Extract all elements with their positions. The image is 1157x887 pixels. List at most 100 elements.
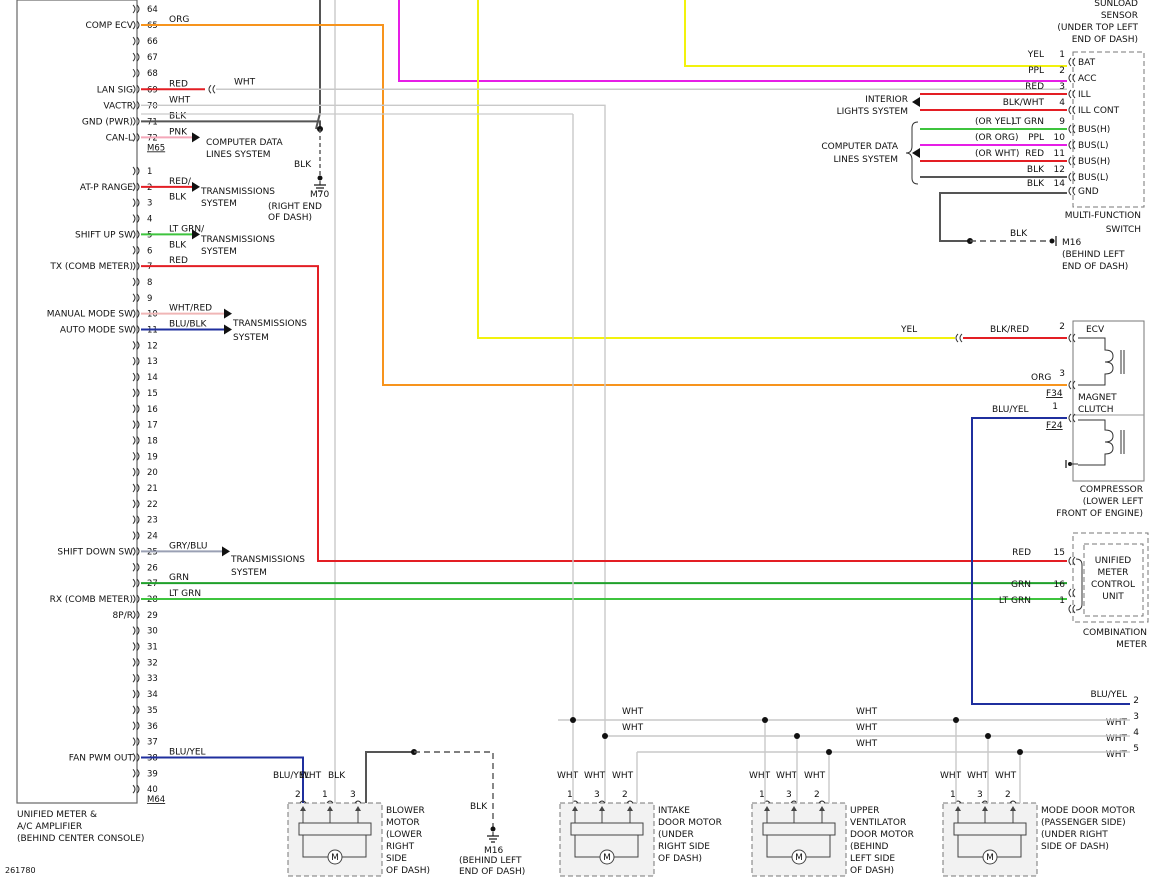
motor-label-mode-door-line-0: MODE DOOR MOTOR	[1041, 806, 1135, 816]
compressor-contact-1	[1068, 413, 1076, 423]
amp-pin-contact-34	[132, 689, 140, 699]
mode-junction-4	[985, 733, 991, 739]
motor-intake-pin-2: 2	[622, 790, 628, 800]
motor-bus-pin-5: 5	[1133, 744, 1139, 754]
wire-yel-ecv	[477, 0, 955, 339]
amp-wire-label-6: BLK	[169, 240, 187, 250]
motor-upper-vent-pin-3: 3	[786, 790, 792, 800]
comb-meter-pin-1: 1	[1059, 596, 1065, 606]
mfs-wire-label-9: LT GRN	[1012, 117, 1044, 127]
amp-pin-19: 19	[147, 452, 158, 462]
amplifier-title-line-2: (BEHIND CENTER CONSOLE)	[17, 834, 144, 844]
amp-pin-21: 21	[147, 484, 158, 494]
amp-side-label-11: AUTO MODE SW	[60, 326, 133, 336]
amp-pin-contact-7	[132, 261, 140, 271]
motor-label-intake-line-4: OF DASH)	[658, 854, 702, 864]
amp-wire-label-70: WHT	[169, 95, 191, 105]
mfs-pin-name-1: BAT	[1078, 58, 1096, 68]
m16-top-wire-label: BLK	[1010, 229, 1028, 239]
mfs-contact-9	[1068, 124, 1076, 134]
comb-meter-pin-16: 16	[1054, 580, 1066, 590]
motor-upper-vent-wire-label-0: WHT	[749, 771, 771, 781]
motor-blower-wire-label-1: WHT	[300, 771, 322, 781]
amp-pin-contact-16	[132, 404, 140, 414]
mfs-pin-name-4: ILL CONT	[1078, 106, 1120, 116]
upper-junction-5	[826, 749, 832, 755]
mfs-title-line-1: SWITCH	[1106, 225, 1141, 235]
mfs-pin-num-4: 4	[1059, 98, 1065, 108]
mfs-wire-label-12: BLK	[1027, 165, 1045, 175]
amp-side-label-5: SHIFT UP SW	[75, 230, 133, 240]
motor-symbol-letter-intake: M	[603, 853, 611, 863]
amp-pin-contact-36	[132, 721, 140, 731]
amp-pin-contact-65	[132, 20, 140, 30]
amp-pin-16: 16	[147, 405, 158, 415]
amp-wire-label-10: WHT/RED	[169, 304, 212, 314]
amp-pin-contact-29	[132, 610, 140, 620]
amp-pin-contact-30	[132, 626, 140, 636]
amp-pin-contact-64	[132, 4, 140, 14]
motor-bus-pin-4: 4	[1133, 728, 1139, 738]
amp-pin-37: 37	[147, 738, 158, 748]
motor-label-upper-vent-line-4: LEFT SIDE	[850, 854, 895, 864]
m16-bottom-name: M16	[484, 846, 503, 856]
amp-pin-contact-18	[132, 436, 140, 445]
amp-side-label-38: FAN PWM OUT	[69, 753, 134, 763]
wire-blk-top-stub	[315, 0, 321, 130]
wire-blk-m16-bottom	[414, 751, 494, 828]
amp-side-label-70: VACTR	[103, 101, 133, 111]
connector-f34: F34	[1046, 389, 1063, 399]
motor-mode-door-pin-1: 1	[950, 790, 956, 800]
upper-junction-3	[762, 717, 768, 723]
can-l-arrow	[192, 132, 200, 143]
bus-mid-label-2: WHT	[856, 707, 878, 717]
comb-meter-contact-15	[1068, 556, 1076, 566]
amp-side-label-2: AT-P RANGE	[80, 183, 133, 193]
compressor-title-line-0: COMPRESSOR	[1080, 485, 1143, 495]
amp-wire-label-25: GRY/BLU	[169, 541, 208, 551]
m70-ground-name: M70	[310, 190, 329, 200]
compressor-bluyel-label: BLU/YEL	[992, 405, 1029, 415]
amp-pin-17: 17	[147, 421, 158, 431]
amp-side-label-7: TX (COMB METER)	[49, 262, 133, 272]
can-l-ref-line-0: COMPUTER DATA	[206, 138, 283, 148]
amp-side-label-29: 8P/R	[113, 611, 133, 621]
amp-pin-1: 1	[147, 167, 152, 177]
amp-wire-label-5: LT GRN/	[169, 224, 205, 234]
motor-bus-wire-2: BLU/YEL	[1090, 690, 1127, 700]
comb-meter-wire-16: GRN	[1011, 580, 1031, 590]
amp-pin-contact-12	[132, 340, 140, 350]
amp-pin-contact-8	[132, 277, 140, 287]
motor-symbol-letter-mode-door: M	[986, 853, 994, 863]
motor-label-blower-line-2: (LOWER	[386, 830, 422, 840]
mfs-pin-num-9: 9	[1059, 117, 1065, 127]
motor-mode-door-pin-3: 3	[977, 790, 983, 800]
amp-pin-contact-26	[132, 562, 140, 572]
amp-pin-contact-14	[132, 372, 140, 382]
manual-mode-arrow	[224, 308, 232, 319]
compressor-pin-3: 3	[1059, 369, 1065, 379]
amp-wire-label-69: RED	[169, 79, 188, 89]
mfs-pin-num-10: 10	[1054, 133, 1066, 143]
motor-label-mode-door-line-3: SIDE OF DASH)	[1041, 842, 1109, 852]
amp-pin-contact-17	[132, 420, 140, 429]
motor-upper-vent-wire-label-2: WHT	[804, 771, 826, 781]
amp-pin-contact-15	[132, 388, 140, 398]
motor-label-intake-line-1: DOOR MOTOR	[658, 818, 722, 828]
motor-intake-pin-3: 3	[594, 790, 600, 800]
amp-wire-label-3: BLK	[169, 193, 187, 203]
motor-intake-wire-label-2: WHT	[612, 771, 634, 781]
sunload-title-b-line-0: SENSOR	[1101, 11, 1138, 21]
amp-pin-29: 29	[147, 611, 158, 621]
ecv-inline-connector	[955, 333, 963, 343]
amplifier-title-line-1: A/C AMPLIFIER	[17, 822, 82, 832]
mfs-pin-num-11: 11	[1054, 149, 1065, 159]
compressor-contact-3	[1068, 380, 1076, 390]
amp-pin-contact-66	[132, 36, 140, 46]
amp-pin-contact-39	[132, 768, 140, 778]
sunload-title-a-line-0: SUNLOAD	[1094, 0, 1138, 9]
mfs-contact-4	[1068, 105, 1076, 115]
amp-pin-9: 9	[147, 294, 152, 304]
amp-pin-14: 14	[147, 373, 158, 383]
motor-label-blower-line-1: MOTOR	[386, 818, 420, 828]
